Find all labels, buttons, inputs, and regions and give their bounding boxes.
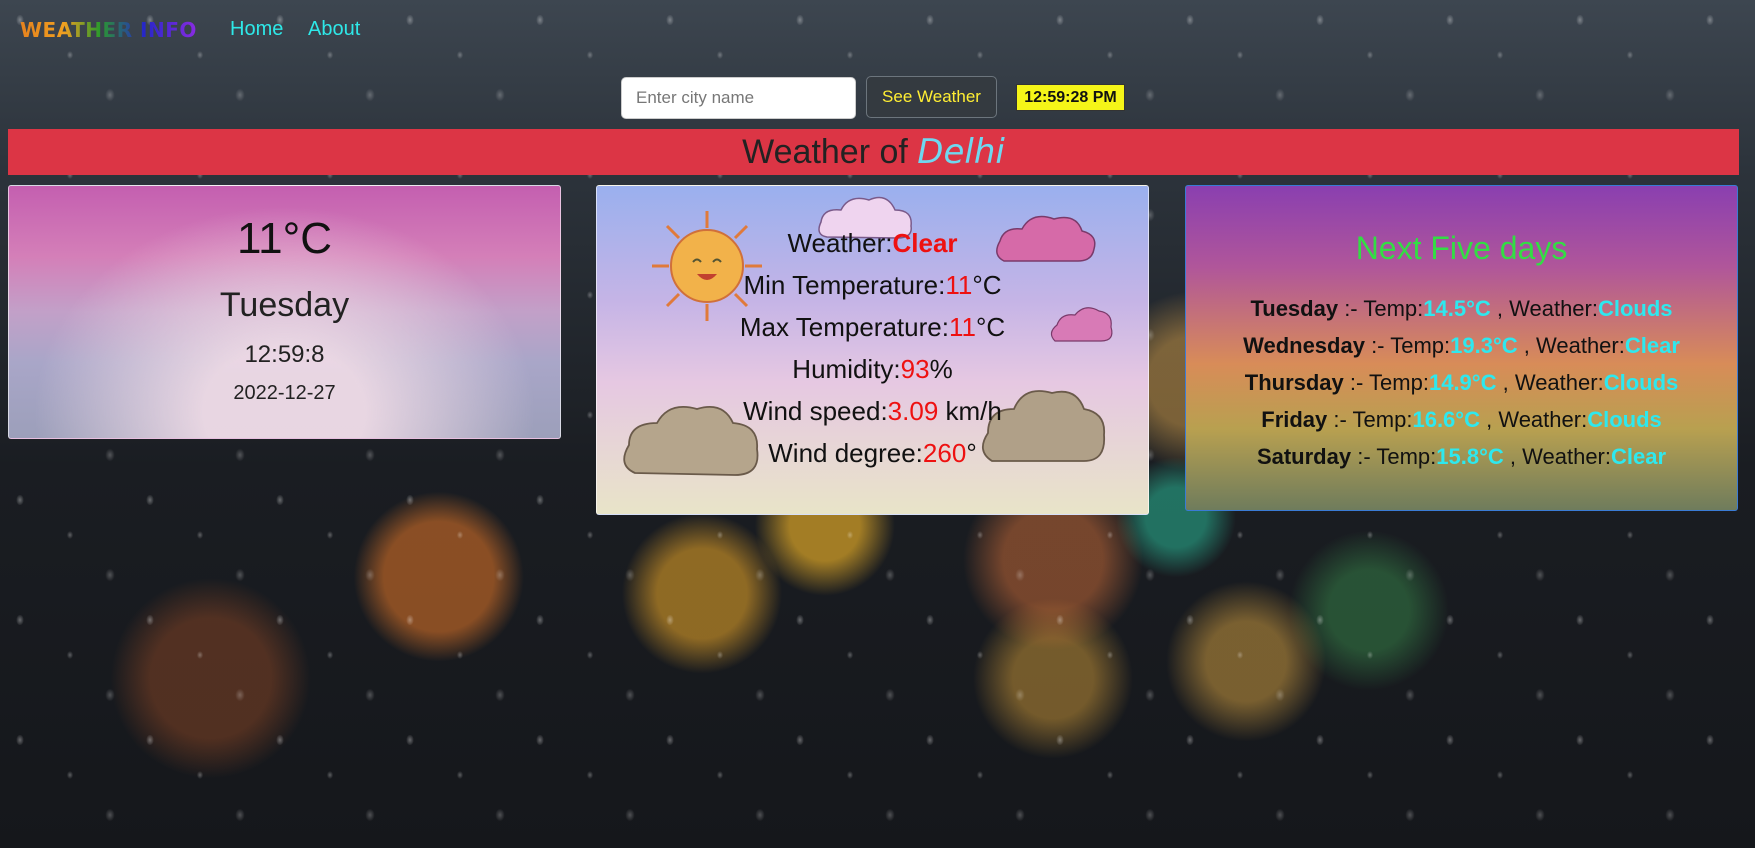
wind-speed-unit: km/h xyxy=(938,396,1002,426)
humidity-unit: % xyxy=(929,354,953,384)
city-search-input[interactable] xyxy=(621,77,856,119)
forecast-row: Friday :- Temp:16.6°C , Weather:Clouds xyxy=(1186,407,1737,433)
forecast-separator: :- xyxy=(1364,333,1391,358)
forecast-day: Friday xyxy=(1261,407,1328,432)
forecast-temp-label: Temp: xyxy=(1376,444,1437,469)
forecast-row: Wednesday :- Temp:19.3°C , Weather:Clear xyxy=(1186,333,1737,359)
forecast-day: Tuesday xyxy=(1250,296,1339,321)
current-date: 2022-12-27 xyxy=(233,382,336,404)
min-temp-value: 11 xyxy=(945,270,973,300)
forecast-temp-label: Temp: xyxy=(1390,333,1451,358)
forecast-temp: 14.5°C xyxy=(1423,296,1491,321)
forecast-temp: 14.9°C xyxy=(1428,370,1497,395)
forecast-separator: :- xyxy=(1343,370,1370,395)
forecast-row: Thursday :- Temp:14.9°C , Weather:Clouds xyxy=(1186,370,1737,396)
forecast-comma: , xyxy=(1517,333,1536,358)
brand-logo[interactable]: WEATHER INFO xyxy=(20,18,197,42)
humidity-row: Humidity:93% xyxy=(597,354,1148,385)
navbar: WEATHER INFO Home About xyxy=(0,0,1755,60)
nav-link-about[interactable]: About xyxy=(308,18,360,41)
wind-degree-unit: ° xyxy=(966,438,977,468)
forecast-separator: :- xyxy=(1351,444,1377,469)
humidity-label: Humidity: xyxy=(792,354,901,384)
current-temperature: 11°C xyxy=(236,214,333,263)
forecast-weather-label: Weather: xyxy=(1522,444,1611,469)
forecast-temp-label: Temp: xyxy=(1369,370,1429,395)
city-banner: Weather of Delhi xyxy=(8,129,1739,175)
weather-value: Clear xyxy=(892,228,958,258)
forecast-comma: , xyxy=(1496,370,1515,395)
nav-link-home[interactable]: Home xyxy=(230,18,283,41)
current-time: 12:59:8 xyxy=(244,341,325,368)
forecast-temp-label: Temp: xyxy=(1352,407,1413,432)
wind-speed-label: Wind speed: xyxy=(743,396,888,426)
wind-speed-row: Wind speed:3.09 km/h xyxy=(597,396,1148,427)
forecast-heading: Next Five days xyxy=(1355,230,1568,266)
max-temp-row: Max Temperature:11°C xyxy=(597,312,1148,343)
forecast-row: Saturday :- Temp:15.8°C , Weather:Clear xyxy=(1186,444,1737,470)
forecast-separator: :- xyxy=(1327,407,1353,432)
forecast-comma: , xyxy=(1479,407,1499,432)
forecast-day: Wednesday xyxy=(1243,333,1365,358)
current-weather-card: 11°C Tuesday 12:59:8 2022-12-27 xyxy=(8,185,561,439)
banner-city: Delhi xyxy=(917,132,1005,172)
max-temp-value: 11 xyxy=(948,312,976,342)
forecast-weather: Clear xyxy=(1611,444,1667,469)
wind-speed-value: 3.09 xyxy=(887,396,939,426)
forecast-weather: Clear xyxy=(1624,333,1680,358)
forecast-weather-label: Weather: xyxy=(1536,333,1625,358)
min-temp-row: Min Temperature:11°C xyxy=(597,270,1148,301)
wind-degree-label: Wind degree: xyxy=(768,438,923,468)
current-day: Tuesday xyxy=(219,286,350,324)
see-weather-button[interactable]: See Weather xyxy=(866,76,997,118)
weather-details-card: Weather:Clear Min Temperature:11°C Max T… xyxy=(596,185,1149,515)
forecast-card: Next Five days Tuesday :- Temp:14.5°C , … xyxy=(1185,185,1738,511)
forecast-weather-label: Weather: xyxy=(1498,407,1588,432)
forecast-day: Thursday xyxy=(1244,370,1344,395)
forecast-weather: Clouds xyxy=(1587,407,1662,432)
weather-condition-row: Weather:Clear xyxy=(597,228,1148,259)
min-temp-label: Min Temperature: xyxy=(743,270,946,300)
forecast-temp: 19.3°C xyxy=(1450,333,1518,358)
wind-degree-row: Wind degree:260° xyxy=(597,438,1148,469)
min-temp-unit: °C xyxy=(972,270,1002,300)
wind-degree-value: 260 xyxy=(922,438,967,468)
sun-icon xyxy=(652,211,762,321)
live-clock: 12:59:28 PM xyxy=(1016,84,1125,111)
forecast-temp: 16.6°C xyxy=(1412,407,1480,432)
forecast-weather-label: Weather: xyxy=(1514,370,1604,395)
forecast-weather: Clouds xyxy=(1603,370,1679,395)
forecast-temp-label: Temp: xyxy=(1363,296,1424,321)
humidity-value: 93 xyxy=(900,354,930,384)
forecast-day: Saturday xyxy=(1256,444,1352,469)
banner-prefix: Weather of xyxy=(742,133,908,171)
forecast-weather-label: Weather: xyxy=(1509,296,1598,321)
forecast-separator: :- xyxy=(1338,296,1364,321)
forecast-temp: 15.8°C xyxy=(1436,444,1504,469)
forecast-comma: , xyxy=(1503,444,1523,469)
forecast-row: Tuesday :- Temp:14.5°C , Weather:Clouds xyxy=(1186,296,1737,322)
forecast-weather: Clouds xyxy=(1597,296,1673,321)
max-temp-label: Max Temperature: xyxy=(739,312,949,342)
weather-label: Weather: xyxy=(787,228,893,258)
max-temp-unit: °C xyxy=(975,312,1006,342)
forecast-comma: , xyxy=(1490,296,1510,321)
